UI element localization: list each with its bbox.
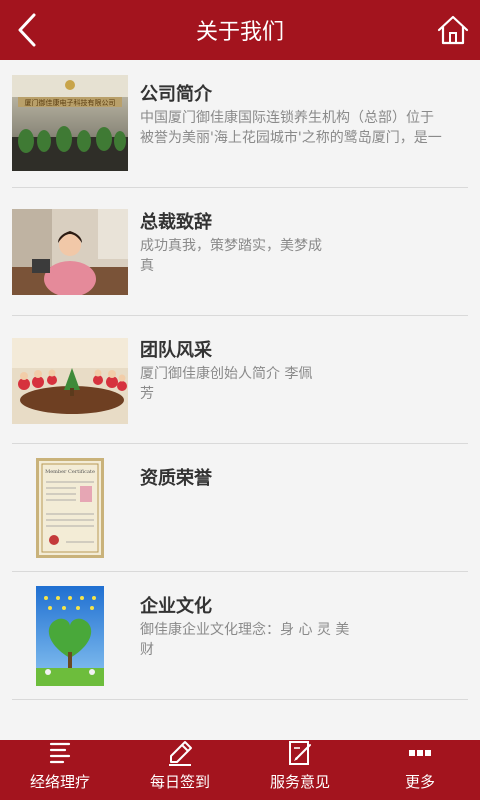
item-title: 团队风采 — [140, 340, 212, 361]
description-line: 芳 — [140, 386, 154, 402]
president-photo — [12, 209, 128, 295]
tab-label: 服务意见 — [269, 773, 330, 791]
home-button[interactable] — [436, 13, 470, 47]
description-line: 中国厦门御佳康国际连锁养生机构（总部）位于 — [140, 110, 434, 126]
team-meeting-photo — [12, 338, 128, 424]
tab-daily-checkin[interactable]: 每日签到 — [120, 740, 240, 800]
back-button[interactable] — [12, 10, 42, 50]
tab-meridian-therapy[interactable]: 经络理疗 — [0, 740, 120, 800]
certificate-heading: Member Certificate — [45, 469, 95, 475]
about-list: 厦门御佳康电子科技有限公司 公司简介 中国厦门御佳康国际连锁养生机构（总部）位于… — [0, 60, 480, 700]
list-item-president-message[interactable]: 总裁致辞 成功真我，策梦踏实，美梦成 真 — [12, 188, 468, 316]
heart-tree-poster — [36, 586, 104, 686]
description-line: 真 — [140, 258, 154, 274]
description-line: 厦门御佳康创始人简介 李佩 — [140, 366, 313, 382]
chevron-left-icon — [18, 13, 36, 47]
item-description: 中国厦门御佳康国际连锁养生机构（总部）位于 被誉为美丽'海上花园城市'之称的鹭岛… — [140, 108, 442, 148]
certificate-photo: Member Certificate — [36, 458, 104, 558]
item-description: 御佳康企业文化理念：身 心 灵 美 财 — [140, 620, 349, 660]
description-line: 成功真我，策梦踏实，美梦成 — [140, 238, 322, 254]
description-line: 财 — [140, 642, 154, 658]
item-title: 公司简介 — [140, 84, 212, 105]
tab-label: 更多 — [404, 773, 435, 791]
tab-label: 经络理疗 — [29, 773, 90, 791]
list-item-team-style[interactable]: 团队风采 厦门御佳康创始人简介 李佩 芳 — [12, 316, 468, 444]
bottom-tab-bar: 经络理疗 每日签到 服务意见 更多 — [0, 740, 480, 800]
more-icon — [405, 739, 435, 767]
list-item-qualifications[interactable]: Member Certificate 资质荣誉 — [12, 444, 468, 572]
tab-label: 每日签到 — [149, 773, 210, 791]
home-icon — [437, 15, 469, 45]
list-icon — [45, 739, 75, 767]
feedback-icon — [285, 739, 315, 767]
description-line: 御佳康企业文化理念：身 心 灵 美 — [140, 622, 350, 638]
list-item-corporate-culture[interactable]: 企业文化 御佳康企业文化理念：身 心 灵 美 财 — [12, 572, 468, 700]
app-header: 关于我们 — [0, 0, 480, 60]
list-item-company-intro[interactable]: 厦门御佳康电子科技有限公司 公司简介 中国厦门御佳康国际连锁养生机构（总部）位于… — [12, 60, 468, 188]
item-title: 企业文化 — [140, 596, 212, 617]
item-description: 成功真我，策梦踏实，美梦成 真 — [140, 236, 322, 276]
pen-icon — [165, 739, 195, 767]
item-title: 资质荣誉 — [140, 468, 212, 489]
tab-more[interactable]: 更多 — [360, 740, 480, 800]
item-description: 厦门御佳康创始人简介 李佩 芳 — [140, 364, 312, 404]
tab-service-feedback[interactable]: 服务意见 — [240, 740, 360, 800]
page-title: 关于我们 — [195, 20, 284, 45]
lobby-sign-text: 厦门御佳康电子科技有限公司 — [25, 98, 116, 107]
description-line: 被誉为美丽'海上花园城市'之称的鹭岛厦门，是一 — [140, 130, 442, 146]
item-title: 总裁致辞 — [140, 212, 212, 233]
company-lobby-photo: 厦门御佳康电子科技有限公司 — [12, 75, 128, 171]
